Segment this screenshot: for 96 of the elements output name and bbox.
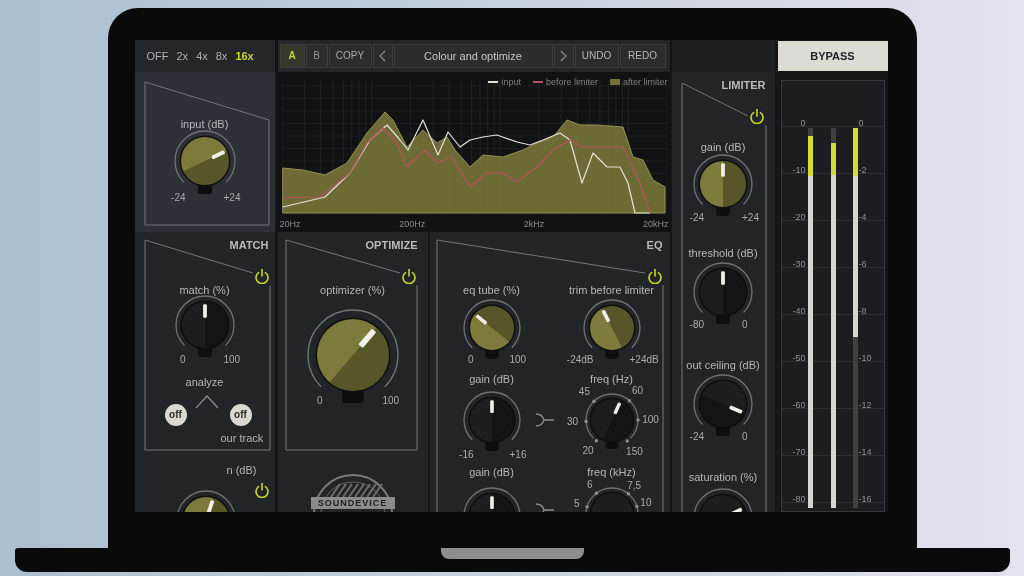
scale-label: 20: [582, 445, 594, 458]
power-icon[interactable]: [400, 268, 417, 284]
meter-scale-label: -4: [858, 211, 867, 223]
scale-label: 0: [742, 431, 748, 443]
scale-label: 60: [632, 385, 644, 397]
scale-label: 100: [382, 395, 400, 407]
section-title: LIMITER: [721, 79, 766, 91]
legend-label: before limiter: [545, 77, 598, 87]
axis-label: 2kHz: [523, 219, 545, 229]
meter-scale-label: 0: [800, 117, 806, 129]
ab-slot-button[interactable]: A: [279, 44, 305, 68]
meter-scale-label: -12: [858, 399, 872, 411]
knob-label: match (%): [179, 284, 230, 296]
meter-scale-label: -30: [792, 258, 806, 270]
power-icon[interactable]: [646, 268, 663, 284]
oversampling-option[interactable]: 16x: [231, 47, 258, 65]
section-title: MATCH: [229, 239, 269, 251]
oversampling-option[interactable]: 2x: [172, 47, 193, 65]
scale-label: 7,5: [627, 480, 642, 492]
meter-scale-label: -6: [858, 258, 867, 270]
caret-icon: [194, 395, 219, 409]
scale-label: 100: [223, 354, 241, 366]
knob-label: gain (dB): [469, 373, 514, 385]
meter-scale-label: -16: [858, 493, 872, 505]
undo-button[interactable]: UNDO: [574, 44, 619, 68]
knob-label: saturation (%): [688, 471, 758, 483]
section-title: OPTIMIZE: [365, 239, 418, 251]
knob-label: out ceiling (dB): [686, 359, 760, 371]
meter-scale-label: -14: [858, 446, 872, 458]
power-icon[interactable]: [253, 482, 270, 498]
axis-label: 200Hz: [399, 219, 426, 229]
redo-button[interactable]: REDO: [619, 44, 666, 68]
meter-scale-label: -10: [858, 352, 872, 364]
power-icon[interactable]: [253, 268, 270, 284]
meter-scale-label: -70: [792, 446, 806, 458]
meter-scale-label: -10: [792, 164, 806, 176]
oversampling-option[interactable]: 4x: [192, 47, 212, 65]
preset-selector[interactable]: Colour and optimize: [393, 44, 553, 68]
knob-label: optimizer (%): [320, 284, 385, 296]
scale-label: 6: [587, 479, 593, 492]
knob-label: gain (dB): [700, 141, 746, 153]
scale-label: -24dB: [566, 354, 594, 366]
oversampling-option[interactable]: 8x: [211, 47, 232, 65]
legend-label: after limiter: [623, 77, 668, 87]
knob-label: gain (dB): [469, 466, 514, 478]
scale-label: 0: [742, 319, 748, 331]
scale-label: 0: [179, 354, 186, 366]
knob-label: eq tube (%): [463, 284, 520, 296]
knob-label: trim before limiter: [569, 284, 654, 296]
knob-label: freq (kHz): [587, 466, 636, 478]
scale-label: 45: [578, 385, 590, 398]
scale-label: -16: [459, 449, 474, 461]
scale-label: -80: [689, 319, 704, 331]
meter-scale-label: -2: [858, 164, 867, 176]
knob-label: input (dB): [180, 118, 229, 130]
knob-label: threshold (dB): [688, 247, 758, 259]
meter-scale-label: -20: [792, 211, 806, 223]
oversampling-option[interactable]: OFF: [142, 47, 173, 65]
axis-label: 20Hz: [279, 219, 301, 229]
scale-label: +16: [509, 449, 527, 461]
analyze-label: analyze: [185, 376, 224, 388]
brand-name: SOUNDEVICE: [310, 497, 395, 509]
knob-label: n (dB): [226, 464, 257, 476]
scale-label: 10: [640, 497, 652, 510]
scale-label: -24: [171, 192, 186, 204]
scale-label: 0: [467, 354, 474, 366]
power-icon[interactable]: [748, 108, 765, 124]
scale-label: 150: [626, 445, 643, 458]
scale-label: 5: [574, 498, 580, 511]
meter-scale-label: 0: [858, 117, 864, 129]
scale-label: 0: [316, 395, 323, 407]
axis-label: 20kHz: [642, 219, 669, 229]
scale-label: 100: [642, 414, 659, 426]
caption-label: our track: [220, 432, 264, 444]
scale-label: 30: [567, 416, 579, 429]
scale-label: -24: [689, 212, 704, 224]
analyze-toggle[interactable]: off: [164, 404, 187, 426]
analyze-toggle[interactable]: off: [229, 404, 252, 426]
meter-scale-label: -50: [792, 352, 806, 364]
legend-label: input: [501, 77, 521, 87]
chevron-right-icon: [560, 50, 567, 62]
meter-scale-label: -60: [792, 399, 806, 411]
chevron-left-icon: [379, 50, 386, 62]
copy-button[interactable]: COPY: [328, 44, 372, 68]
scale-label: -24: [689, 431, 704, 443]
scale-label: +24: [742, 212, 759, 224]
ab-slot-button[interactable]: B: [305, 44, 328, 68]
meter-scale-label: -40: [792, 305, 806, 317]
knob-label: freq (Hz): [590, 373, 633, 385]
scale-label: 100: [509, 354, 527, 366]
scale-label: +24: [223, 192, 241, 204]
bypass-button[interactable]: BYPASS: [777, 41, 888, 71]
scale-label: +24dB: [629, 354, 659, 366]
meter-scale-label: -8: [858, 305, 867, 317]
section-title: EQ: [646, 239, 663, 251]
meter-scale-label: -80: [792, 493, 806, 505]
